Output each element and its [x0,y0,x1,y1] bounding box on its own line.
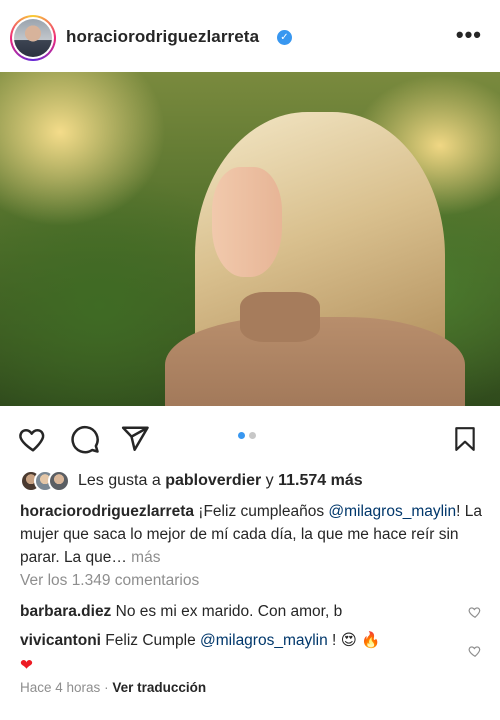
avatar[interactable] [10,15,56,61]
comment-icon[interactable] [70,424,100,454]
likes-user[interactable]: pabloverdier [165,472,261,489]
comment-username[interactable]: barbara.diez [20,603,111,620]
liker-avatar [48,470,70,492]
carousel-indicator [238,432,256,439]
post-caption: horaciorodriguezlarreta ¡Feliz cumpleaño… [20,500,482,569]
comment: vivicantoni Feliz Cumple @milagros_mayli… [20,628,460,678]
translate-link[interactable]: Ver traducción [112,680,206,695]
likes-connector: y [265,472,274,489]
caption-mention[interactable]: @milagros_maylin [328,503,456,520]
more-options-icon[interactable]: ••• [456,24,482,46]
likes-prefix: Les gusta a [78,472,161,489]
comment-username[interactable]: vivicantoni [20,632,101,649]
like-heart-icon[interactable] [18,424,48,454]
view-comments-link[interactable]: Ver los 1.349 comentarios [20,572,199,590]
carousel-dot-active [238,432,245,439]
comment-like-icon[interactable] [468,644,482,658]
share-icon[interactable] [120,424,150,454]
action-bar [0,406,500,466]
caption-username[interactable]: horaciorodriguezlarreta [20,503,194,520]
likes-count[interactable]: 11.574 más [278,472,363,489]
footer-separator: · [104,680,109,695]
heart-eyes-emoji: 😍 [340,631,357,649]
carousel-dot [249,432,256,439]
post-image[interactable] [0,72,500,406]
verified-badge-icon: ✓ [277,30,292,45]
fire-emoji: 🔥 [361,631,381,649]
comment-text: No es mi ex marido. Con amor, b [115,603,343,620]
caption-text: ¡Feliz cumpleaños [194,503,329,520]
author-username[interactable]: horaciorodriguezlarreta [66,27,259,47]
post-footer: Hace 4 horas · Ver traducción [20,680,206,695]
comment-mention[interactable]: @milagros_maylin [200,632,328,649]
post-timestamp: Hace 4 horas [20,680,101,695]
comment-text: Feliz Cumple [105,632,201,649]
caption-more-link[interactable]: más [131,549,160,566]
comment-like-icon[interactable] [468,605,482,619]
red-heart-emoji: ❤ [20,656,33,674]
likes-summary[interactable]: Les gusta a pabloverdier y 11.574 más [20,469,363,493]
comment-text: ! [327,632,341,649]
save-bookmark-icon[interactable] [452,424,478,454]
comment: barbara.diez No es mi ex marido. Con amo… [20,600,460,624]
post-header: horaciorodriguezlarreta ✓ ••• [0,0,500,72]
